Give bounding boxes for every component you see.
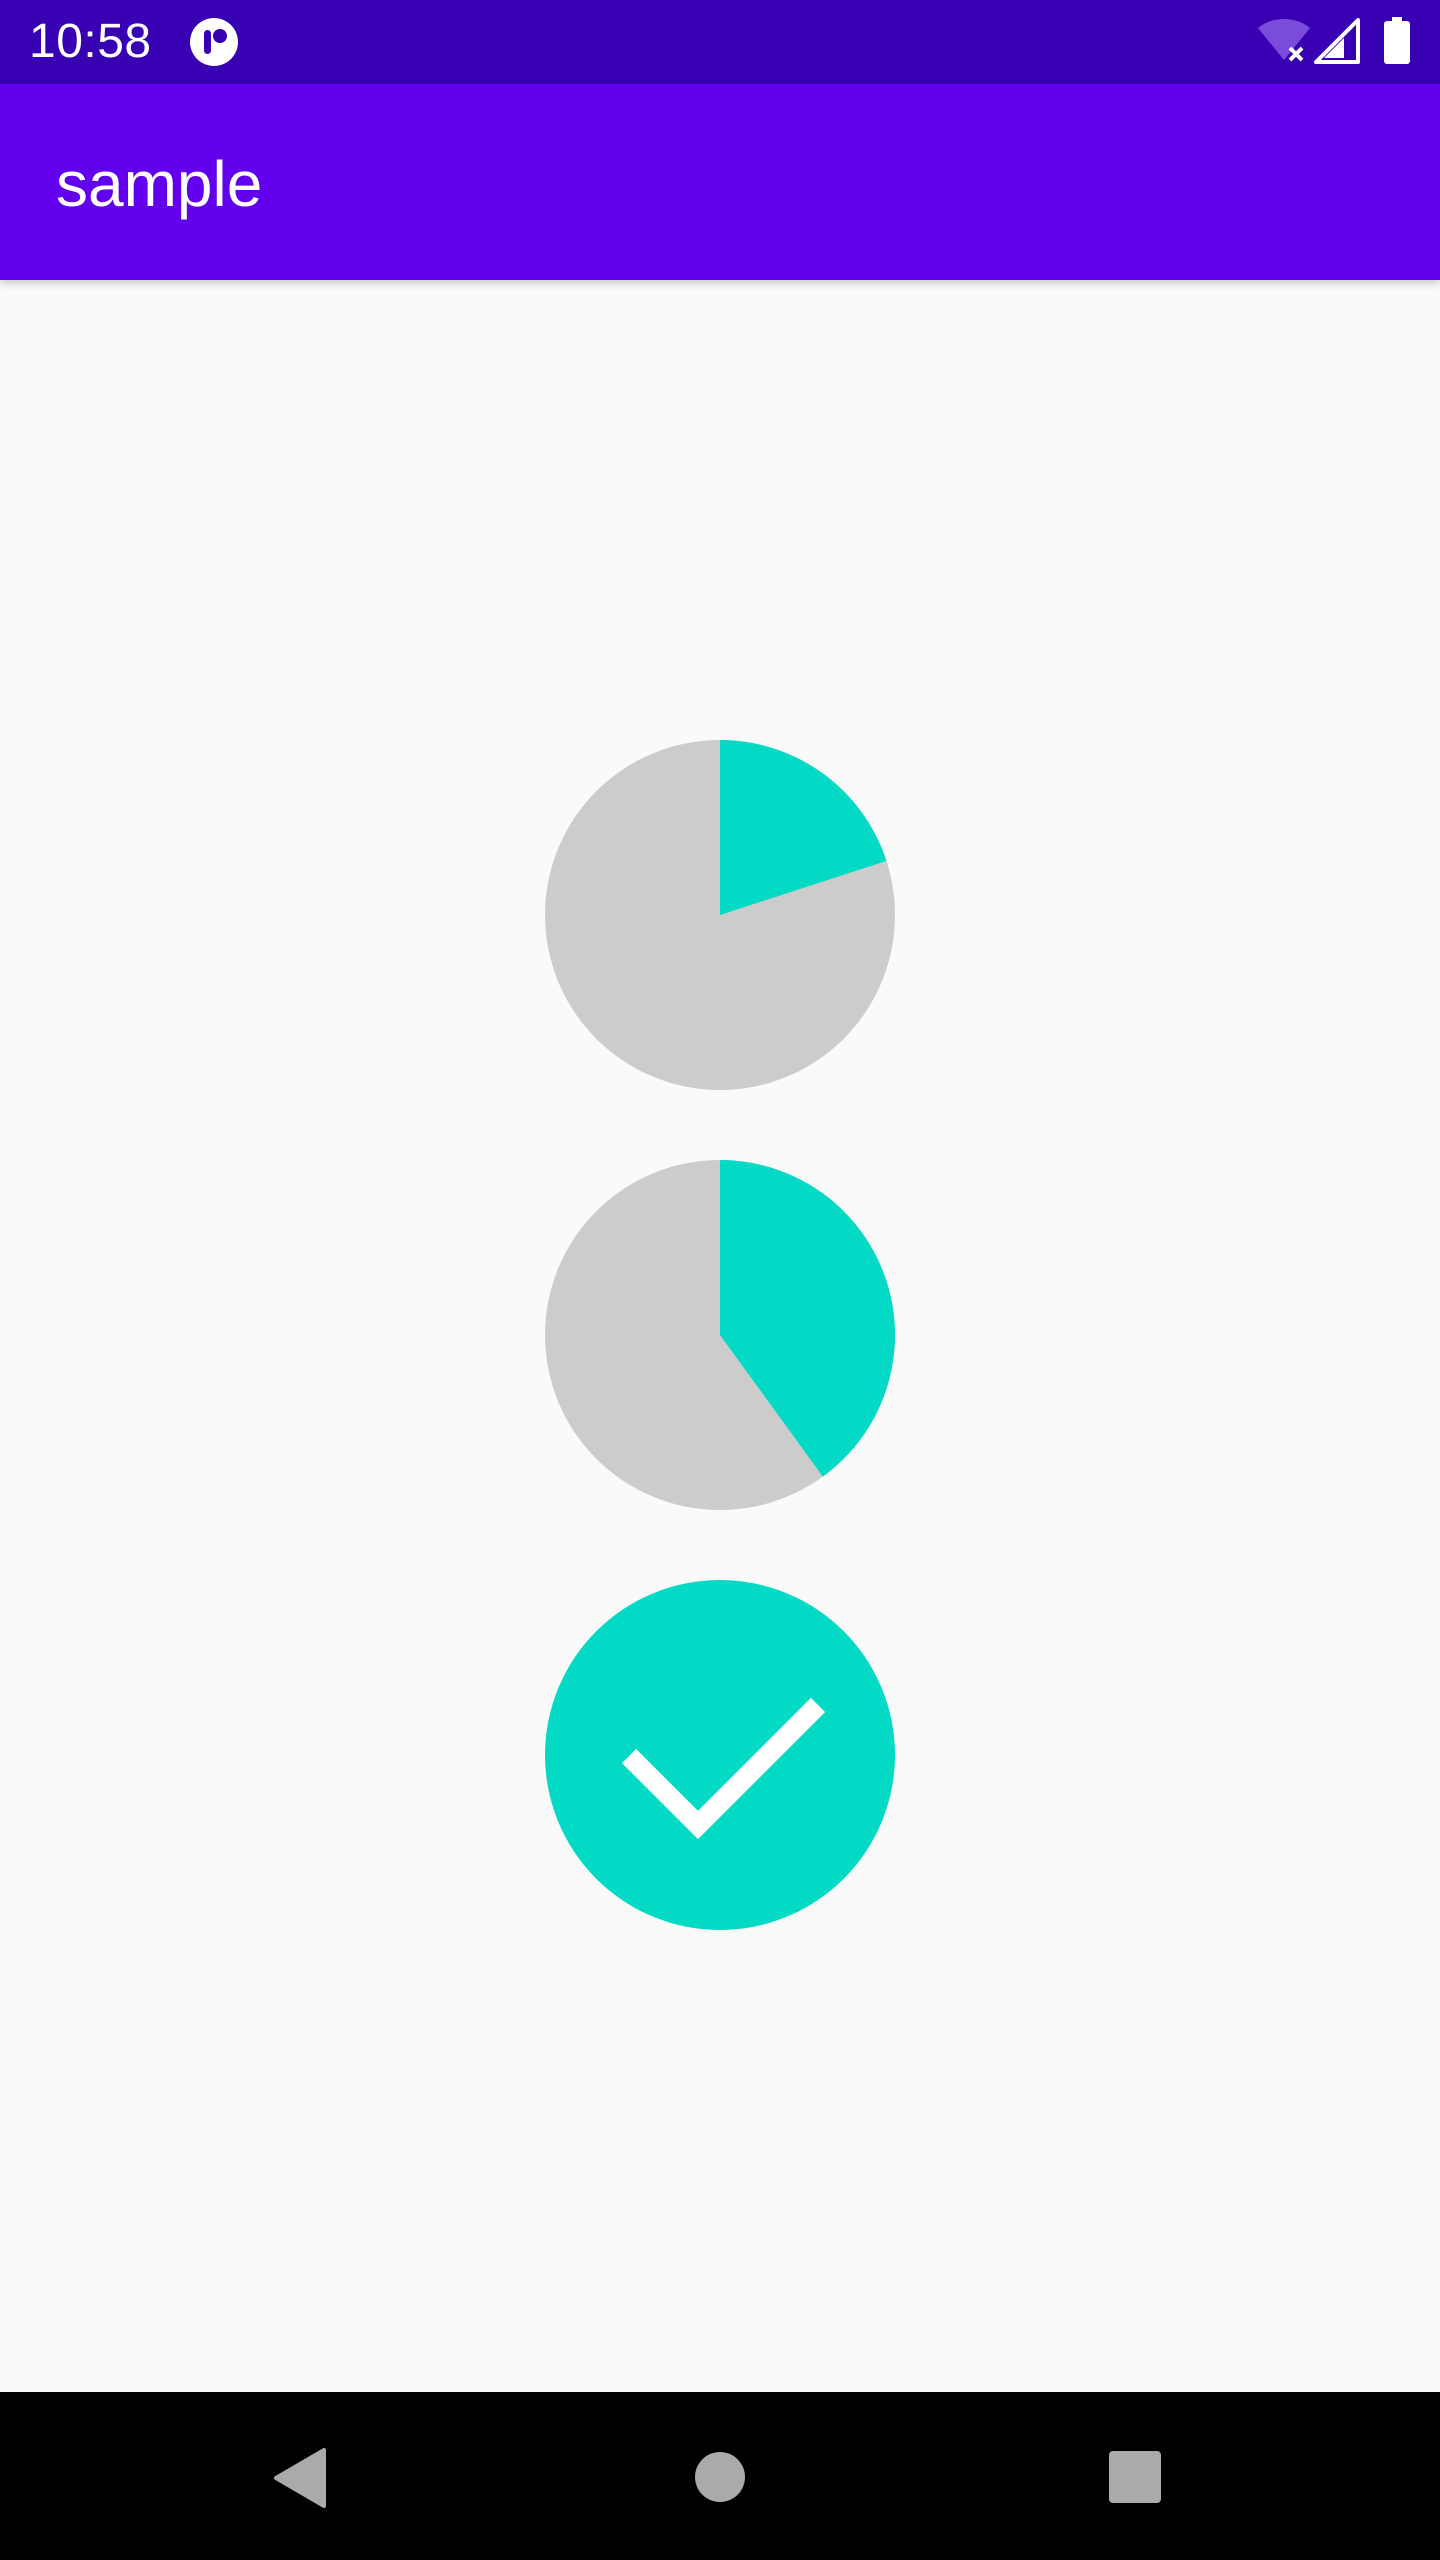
status-bar: 10:58 xyxy=(0,0,1440,84)
cell-signal-icon xyxy=(1314,18,1360,64)
progress-pie-2 xyxy=(545,1160,895,1510)
content-area xyxy=(0,280,1440,2392)
app-title: sample xyxy=(56,148,263,220)
navigation-bar xyxy=(0,2392,1440,2560)
battery-icon xyxy=(1384,17,1410,64)
status-time: 10:58 xyxy=(29,15,152,68)
back-icon[interactable] xyxy=(270,2446,330,2510)
home-icon[interactable] xyxy=(695,2452,745,2502)
progress-pie-1 xyxy=(545,740,895,1090)
progress-complete-badge xyxy=(545,1580,895,1930)
screen: 10:58 sample xyxy=(0,0,1440,2560)
complete-circle xyxy=(545,1580,895,1930)
wifi-off-icon xyxy=(1258,19,1310,62)
recents-icon[interactable] xyxy=(1109,2451,1161,2503)
app-bar: sample xyxy=(0,84,1440,280)
app-notification-icon xyxy=(190,18,238,66)
